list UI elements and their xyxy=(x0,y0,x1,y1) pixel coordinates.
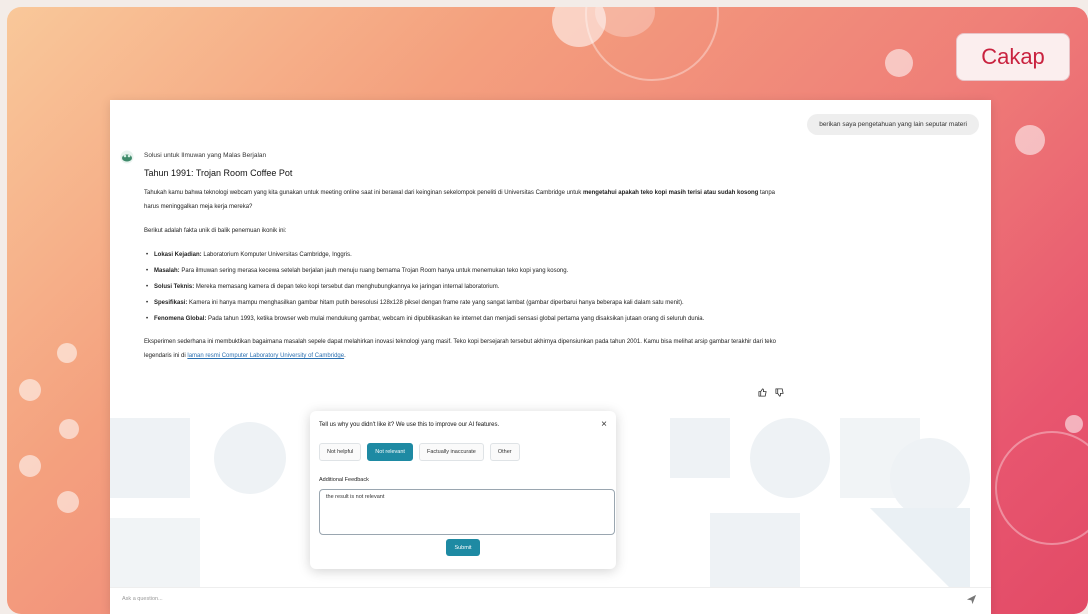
decor-bubble xyxy=(57,491,79,513)
option-factually-inaccurate[interactable]: Factually inaccurate xyxy=(418,443,484,461)
fact-label: Spesifikasi: xyxy=(154,300,188,306)
answer-intro-text: Tahukah kamu bahwa teknologi webcam yang… xyxy=(144,190,583,196)
fact-text: Pada tahun 1993, ketika browser web mula… xyxy=(206,316,705,322)
option-not-relevant[interactable]: Not relevant xyxy=(367,443,413,461)
list-item: Masalah: Para ilmuwan sering merasa kece… xyxy=(146,264,790,278)
decor-bubble xyxy=(19,455,41,477)
submit-button[interactable]: Submit xyxy=(446,539,480,556)
decor-bubble xyxy=(59,419,79,439)
list-item: Fenomena Global: Pada tahun 1993, ketika… xyxy=(146,312,790,326)
decor-ring xyxy=(585,7,719,81)
facts-intro: Berikut adalah fakta unik di balik penem… xyxy=(144,228,287,234)
chat-input-bar: Ask a question... xyxy=(110,587,991,614)
answer-intro-bold: mengetahui apakah teko kopi masih terisi… xyxy=(582,190,759,196)
fact-label: Masalah: xyxy=(154,268,180,274)
decor-bubble xyxy=(1065,415,1083,433)
fact-text: Kamera ini hanya mampu menghasilkan gamb… xyxy=(187,300,684,306)
option-not-helpful[interactable]: Not helpful xyxy=(319,443,362,461)
close-icon[interactable]: × xyxy=(601,419,607,430)
bot-name: Solusi untuk Ilmuwan yang Malas Berjalan xyxy=(144,152,267,159)
facts-list: Lokasi Kejadian: Laboratorium Komputer U… xyxy=(144,248,790,326)
modal-title: Tell us why you didn't like it? We use t… xyxy=(319,422,500,428)
feedback-options: Not helpful Not relevant Factually inacc… xyxy=(319,443,520,461)
answer-title: Tahun 1991: Trojan Room Coffee Pot xyxy=(144,168,293,178)
chat-window: berikan saya pengetahuan yang lain seput… xyxy=(110,100,991,614)
fact-label: Lokasi Kejadian: xyxy=(154,252,202,258)
feedback-icons xyxy=(758,388,784,397)
brand-badge: Cakap xyxy=(956,33,1070,81)
list-item: Lokasi Kejadian: Laboratorium Komputer U… xyxy=(146,248,790,262)
option-other[interactable]: Other xyxy=(489,443,520,461)
fact-text: Mereka memasang kamera di depan teko kop… xyxy=(194,284,500,290)
additional-feedback-input[interactable]: the result is not relevant xyxy=(319,489,615,535)
decor-bubble xyxy=(19,379,41,401)
answer-closing: Eksperimen sederhana ini membuktikan bag… xyxy=(144,335,790,363)
send-icon[interactable] xyxy=(966,594,977,605)
list-item: Solusi Teknis: Mereka memasang kamera di… xyxy=(146,280,790,294)
bot-avatar-icon xyxy=(120,150,134,164)
feedback-modal: Tell us why you didn't like it? We use t… xyxy=(310,411,616,569)
chat-input[interactable]: Ask a question... xyxy=(122,596,163,602)
thumbs-up-icon[interactable] xyxy=(758,388,767,397)
bot-answer: Tahun 1991: Trojan Room Coffee Pot Tahuk… xyxy=(144,168,790,373)
fact-text: Para ilmuwan sering merasa kecewa setela… xyxy=(179,268,569,274)
answer-intro: Tahukah kamu bahwa teknologi webcam yang… xyxy=(144,186,790,214)
fact-text: Laboratorium Komputer Universitas Cambri… xyxy=(201,252,352,258)
fact-label: Fenomena Global: xyxy=(154,316,207,322)
decor-bubble xyxy=(57,343,77,363)
fact-label: Solusi Teknis: xyxy=(154,284,195,290)
cambridge-link[interactable]: laman resmi Computer Laboratory Universi… xyxy=(187,353,344,359)
additional-feedback-label: Additional Feedback xyxy=(319,477,369,483)
decor-ring xyxy=(995,431,1088,545)
user-message-bubble: berikan saya pengetahuan yang lain seput… xyxy=(807,114,979,135)
decor-bubble xyxy=(885,49,913,77)
closing-end: . xyxy=(344,353,346,359)
thumbs-down-icon[interactable] xyxy=(775,388,784,397)
list-item: Spesifikasi: Kamera ini hanya mampu meng… xyxy=(146,296,790,310)
decor-bubble xyxy=(1015,125,1045,155)
